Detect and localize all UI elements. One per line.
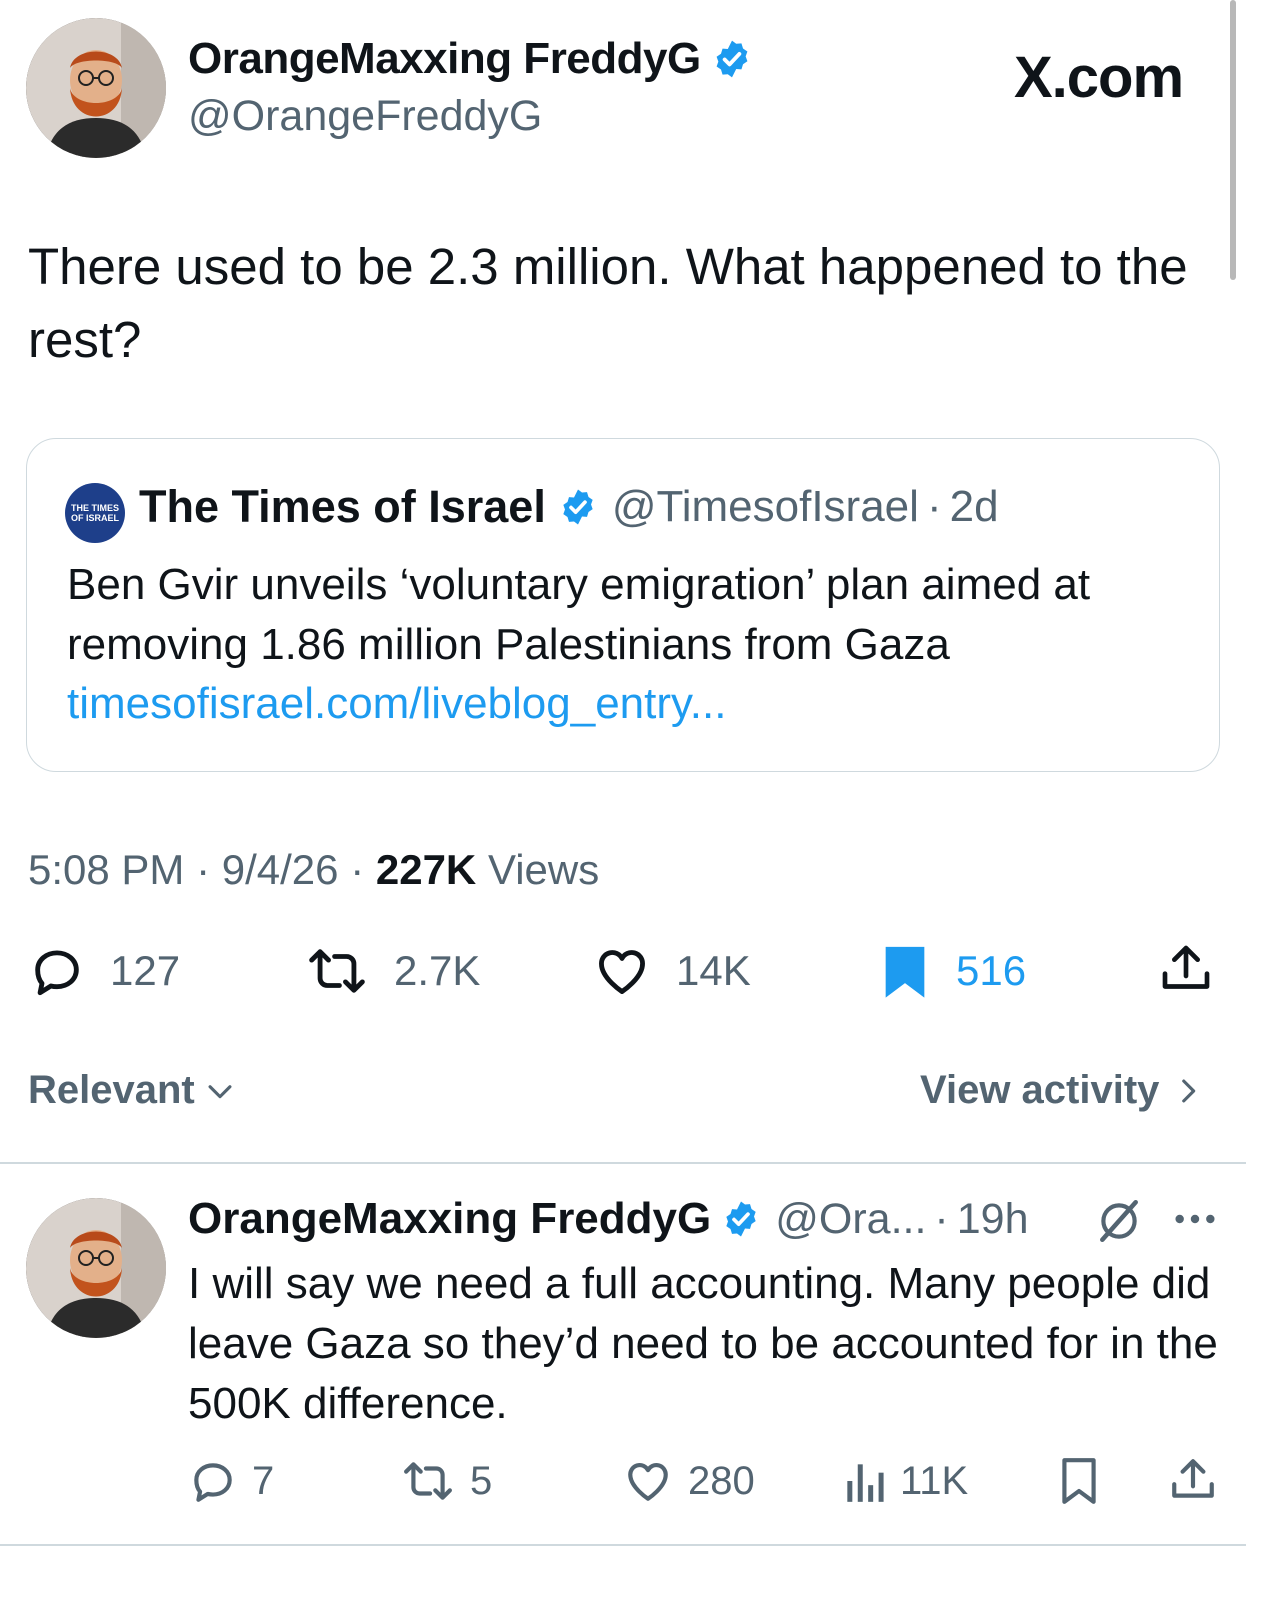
avatar-image bbox=[26, 18, 166, 158]
reply-reply-count: 7 bbox=[252, 1458, 275, 1503]
heart-icon bbox=[628, 1463, 668, 1501]
avatar-image bbox=[26, 1198, 166, 1338]
share-icon bbox=[1172, 1459, 1214, 1498]
reply-count: 127 bbox=[110, 947, 181, 994]
views-count: 227K bbox=[375, 846, 477, 893]
share-button[interactable] bbox=[1158, 940, 1214, 1003]
heart-icon bbox=[599, 950, 645, 994]
author-name[interactable]: OrangeMaxxing FreddyG bbox=[188, 34, 701, 84]
reply-repost-count: 5 bbox=[470, 1458, 493, 1503]
grok-icon bbox=[1100, 1199, 1138, 1243]
bookmark-filled-icon bbox=[885, 946, 925, 998]
reply-author-name[interactable]: OrangeMaxxing FreddyG bbox=[188, 1194, 711, 1244]
section-divider bbox=[0, 1162, 1246, 1164]
reply-share-button[interactable] bbox=[1168, 1454, 1218, 1511]
more-horizontal-icon bbox=[1175, 1214, 1215, 1224]
reply-author-avatar[interactable] bbox=[26, 1198, 166, 1338]
bookmark-button[interactable]: 516 bbox=[878, 942, 1026, 1000]
repost-count: 2.7K bbox=[394, 947, 481, 994]
reply-icon bbox=[35, 950, 79, 996]
quote-link[interactable]: timesofisrael.com/liveblog_entry... bbox=[67, 679, 726, 729]
post-meta: 5:08 PM · 9/4/26 · 227K Views bbox=[28, 846, 599, 894]
meta-separator: · bbox=[196, 846, 222, 893]
scrollbar[interactable] bbox=[1230, 0, 1236, 280]
reply-repost-button[interactable]: 5 bbox=[400, 1456, 492, 1506]
post-date: 9/4/26 bbox=[221, 846, 339, 893]
quote-author-name: The Times of Israel bbox=[139, 481, 546, 532]
reply-views-count: 11K bbox=[900, 1458, 969, 1503]
verified-badge-icon bbox=[563, 489, 593, 525]
views-label: Views bbox=[487, 846, 600, 893]
like-button[interactable]: 14K bbox=[592, 942, 751, 1000]
analytics-icon bbox=[847, 1464, 884, 1502]
verified-badge-icon bbox=[726, 1201, 756, 1237]
logo-text: THE TIMES OF ISRAEL bbox=[70, 503, 119, 523]
post-time: 5:08 PM bbox=[28, 846, 185, 893]
reply-button[interactable]: 127 bbox=[28, 942, 180, 1000]
chevron-right-icon bbox=[1182, 1079, 1196, 1102]
grok-button[interactable] bbox=[1094, 1196, 1144, 1251]
times-of-israel-logo: THE TIMES OF ISRAEL bbox=[65, 483, 125, 543]
reply-like-button[interactable]: 280 bbox=[622, 1456, 755, 1506]
quote-text: Ben Gvir unveils ‘voluntary emigration’ … bbox=[67, 560, 1091, 669]
more-options-button[interactable] bbox=[1172, 1206, 1218, 1237]
reply-age: 19h bbox=[956, 1194, 1029, 1243]
share-icon bbox=[1162, 945, 1210, 989]
author-handle[interactable]: @OrangeFreddyG bbox=[188, 92, 542, 141]
bookmark-count: 516 bbox=[956, 947, 1027, 994]
author-avatar[interactable] bbox=[26, 18, 166, 158]
reply-like-count: 280 bbox=[688, 1458, 755, 1503]
sort-dropdown[interactable]: Relevant bbox=[28, 1068, 237, 1113]
bookmark-icon bbox=[1062, 1458, 1096, 1504]
repost-icon bbox=[309, 949, 365, 993]
like-count: 14K bbox=[676, 947, 751, 994]
repost-icon bbox=[404, 1462, 452, 1500]
reply-text: I will say we need a full accounting. Ma… bbox=[188, 1259, 1218, 1428]
view-activity-link[interactable]: View activity bbox=[920, 1068, 1205, 1113]
reply-separator: · bbox=[934, 1194, 949, 1243]
reply-author-handle[interactable]: @Ora... bbox=[775, 1195, 926, 1244]
view-activity-label: View activity bbox=[920, 1068, 1160, 1112]
meta-separator: · bbox=[350, 846, 376, 893]
quote-author-handle: @TimesofIsrael bbox=[611, 482, 919, 531]
reply-views-button[interactable]: 11K bbox=[842, 1456, 968, 1506]
sort-label: Relevant bbox=[28, 1068, 195, 1112]
bottom-divider bbox=[0, 1544, 1246, 1546]
quoted-post-card[interactable]: THE TIMES OF ISRAEL The Times of Israel … bbox=[26, 438, 1220, 772]
quote-separator: · bbox=[926, 482, 942, 531]
quote-age: 2d bbox=[949, 482, 999, 531]
reply-reply-button[interactable]: 7 bbox=[188, 1456, 274, 1506]
reply-icon bbox=[194, 1463, 232, 1502]
repost-button[interactable]: 2.7K bbox=[304, 942, 480, 1000]
chevron-down-icon bbox=[208, 1084, 232, 1098]
brand-watermark: X.com bbox=[1014, 45, 1184, 110]
verified-badge-icon bbox=[716, 40, 748, 78]
reply-bookmark-button[interactable] bbox=[1056, 1456, 1102, 1511]
post-text: There used to be 2.3 million. What happe… bbox=[28, 238, 1188, 368]
